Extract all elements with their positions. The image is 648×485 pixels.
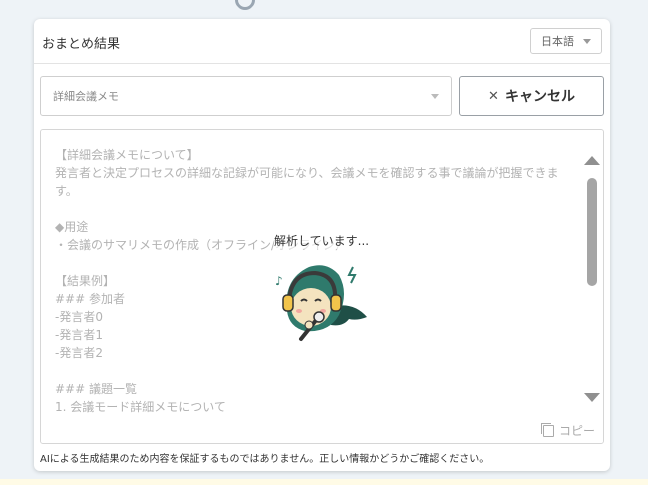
- close-icon: ✕: [488, 88, 499, 104]
- loading-overlay: 解析しています... ♪: [41, 130, 603, 443]
- result-textarea[interactable]: 【詳細会議メモについて】 発言者と決定プロセスの詳細な記録が可能になり、会議メモ…: [40, 129, 604, 444]
- mascot-icon: ♪: [275, 265, 367, 341]
- svg-text:♪: ♪: [275, 274, 283, 288]
- chevron-down-icon: [431, 94, 439, 99]
- panel-header: おまとめ結果 日本語: [34, 19, 610, 64]
- loading-text: 解析しています...: [274, 232, 370, 249]
- language-select[interactable]: 日本語: [530, 28, 602, 54]
- summary-result-panel: おまとめ結果 日本語 詳細会議メモ ✕ キャンセル 【詳細会議メモについて】 発…: [34, 19, 610, 471]
- cancel-button[interactable]: ✕ キャンセル: [459, 76, 604, 116]
- copy-button-label: コピー: [558, 424, 595, 438]
- chevron-down-icon: [583, 39, 591, 44]
- cancel-button-label: キャンセル: [504, 89, 575, 105]
- top-hint: [0, 0, 648, 18]
- language-select-value: 日本語: [541, 35, 574, 48]
- disclaimer-text: AIによる生成結果のため内容を保証するものではありません。正しい情報かどうかご確…: [40, 454, 490, 465]
- bottom-strip: [0, 479, 648, 485]
- copy-icon: [540, 422, 554, 437]
- partial-icon: [230, 0, 260, 15]
- memo-type-select[interactable]: 詳細会議メモ: [40, 76, 452, 116]
- copy-button[interactable]: コピー: [540, 422, 595, 439]
- memo-type-value: 詳細会議メモ: [53, 90, 119, 103]
- panel-title: おまとめ結果: [42, 37, 121, 52]
